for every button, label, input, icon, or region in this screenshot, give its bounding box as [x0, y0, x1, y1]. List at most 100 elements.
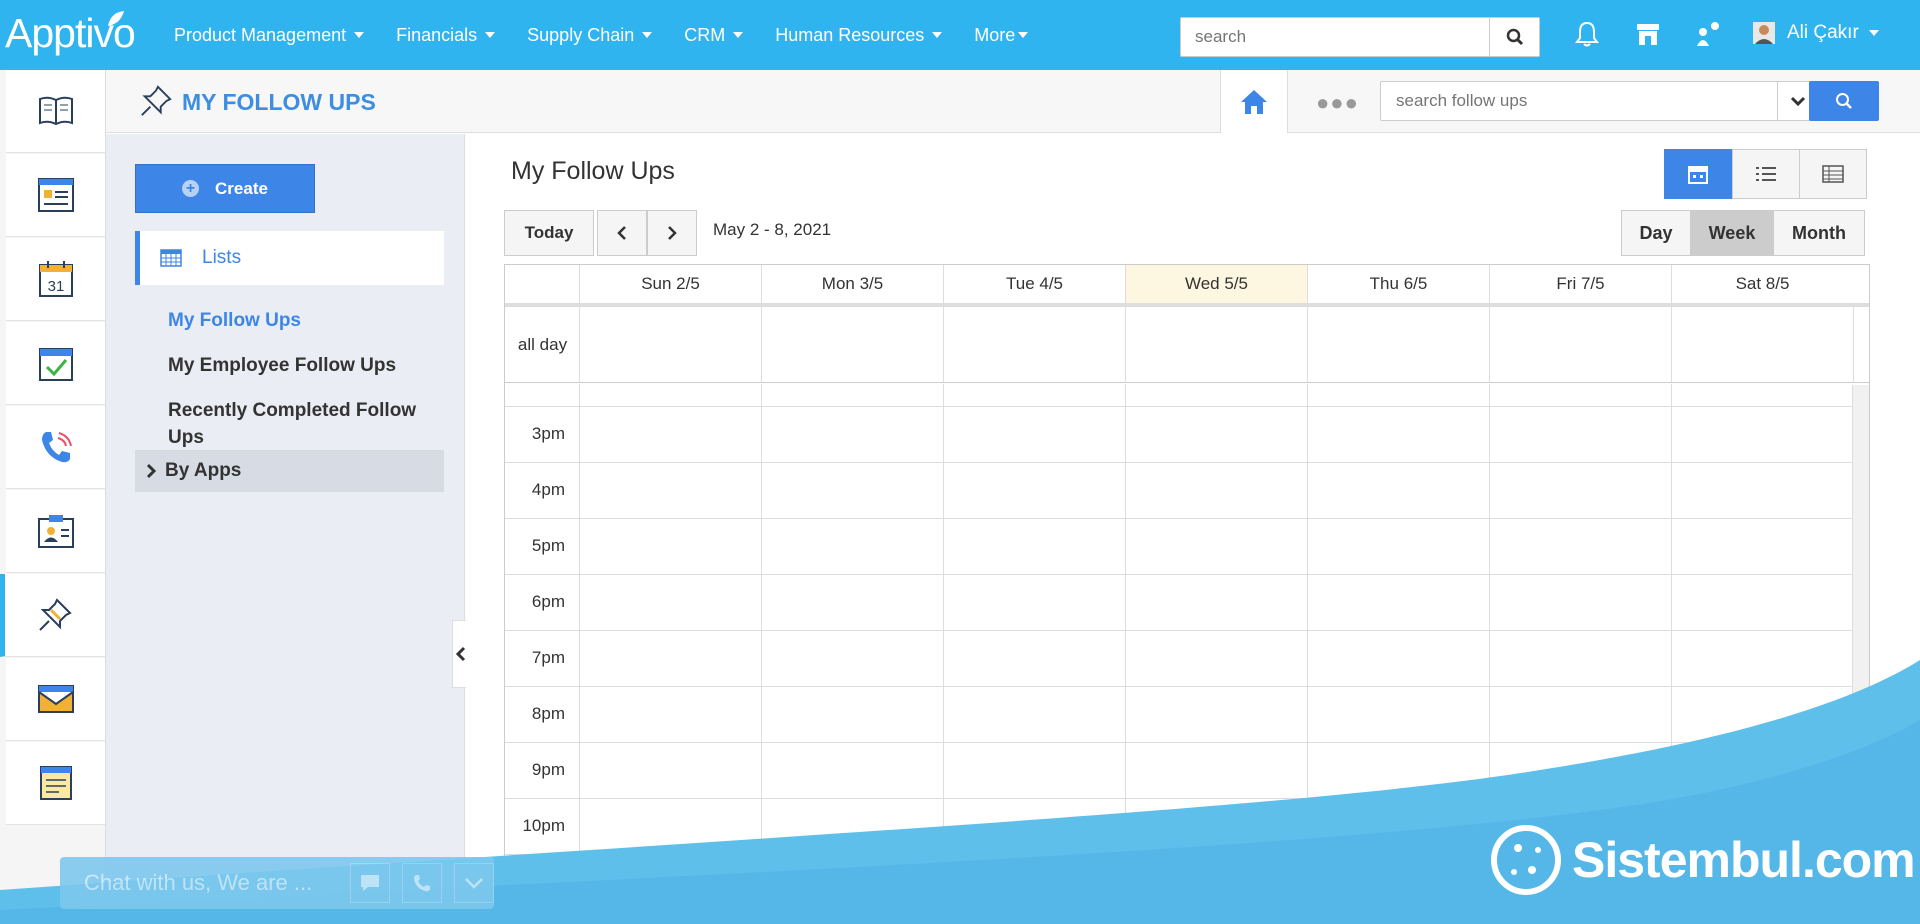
lists-label: Lists — [202, 247, 242, 268]
nav-more[interactable]: More — [974, 24, 1029, 46]
hour-row — [505, 630, 1852, 631]
book-icon — [38, 96, 73, 126]
hour-row — [505, 406, 1852, 407]
store-icon[interactable] — [1635, 20, 1661, 48]
day-header[interactable]: Thu 6/5 — [1307, 265, 1489, 303]
pin-icon — [141, 85, 172, 116]
apps-connect-icon[interactable] — [1694, 20, 1722, 48]
list-my-follow-ups[interactable]: My Follow Ups — [168, 307, 438, 334]
day-header[interactable]: Fri 7/5 — [1489, 265, 1671, 303]
list-my-employee-follow-ups[interactable]: My Employee Follow Ups — [168, 352, 438, 379]
nav-label: Human Resources — [775, 24, 925, 45]
search-icon — [1506, 28, 1523, 46]
brand-logo-icon — [1491, 825, 1561, 895]
by-apps-group[interactable]: By Apps — [135, 450, 444, 492]
rail-item-follow-ups[interactable] — [0, 574, 105, 657]
hour-row — [505, 518, 1852, 519]
day-header[interactable]: Mon 3/5 — [761, 265, 943, 303]
follow-up-search-input[interactable] — [1381, 82, 1761, 120]
home-icon — [1241, 89, 1267, 114]
hour-row — [505, 742, 1852, 743]
rail-item-calls[interactable] — [6, 406, 105, 489]
rail-item-tasks[interactable] — [6, 322, 105, 405]
watermark-brand: Sistembul.com — [1488, 822, 1916, 898]
day-header[interactable]: Tue 4/5 — [943, 265, 1125, 303]
hour-label: 8pm — [531, 704, 565, 723]
follow-up-search — [1380, 81, 1818, 121]
rail-item-calendar[interactable]: 31 — [6, 238, 105, 321]
caret-down-icon — [932, 32, 943, 38]
hour-label: 6pm — [531, 592, 565, 611]
nav-label: More — [974, 24, 1016, 45]
follow-up-search-button[interactable] — [1809, 81, 1879, 121]
chevron-left-icon — [456, 646, 466, 662]
global-search-button[interactable] — [1489, 18, 1539, 56]
nav-label: CRM — [684, 24, 726, 45]
app-rail: 31 — [0, 70, 106, 924]
create-label: Create — [215, 178, 268, 198]
chat-widget[interactable]: Chat with us, We are ... — [60, 857, 494, 909]
list-view-button[interactable] — [1732, 149, 1800, 199]
caret-down-icon — [733, 32, 744, 38]
day-header[interactable]: Sun 2/5 — [579, 265, 761, 303]
chat-message-button[interactable] — [350, 863, 391, 903]
hour-label: 10pm — [522, 816, 565, 835]
phone-icon — [41, 432, 72, 463]
brand-text: Sistembul.com — [1572, 832, 1916, 888]
nav-product-management[interactable]: Product Management — [174, 25, 365, 46]
rail-item-email[interactable] — [6, 658, 105, 741]
chat-bubble-icon — [361, 875, 380, 891]
previous-week-button[interactable] — [597, 210, 647, 256]
month-view-button[interactable]: Month — [1773, 210, 1865, 256]
hour-label: 7pm — [531, 648, 565, 667]
hour-row — [505, 910, 1852, 911]
chat-minimize-button[interactable] — [454, 863, 494, 903]
day-header[interactable]: Sat 8/5 — [1671, 265, 1853, 303]
page-title: MY FOLLOW UPS — [182, 89, 376, 115]
bell-icon[interactable] — [1574, 20, 1600, 48]
hour-label: 5pm — [531, 536, 565, 555]
day-header-today[interactable]: Wed 5/5 — [1125, 265, 1307, 303]
hour-label: 9pm — [531, 760, 565, 779]
rail-item-forms[interactable] — [6, 154, 105, 237]
week-view-button[interactable]: Week — [1690, 210, 1774, 256]
task-icon — [38, 348, 73, 381]
day-view-button[interactable]: Day — [1621, 210, 1691, 256]
global-search-input[interactable] — [1181, 18, 1489, 56]
more-options-icon[interactable]: ●●● — [1316, 90, 1359, 116]
nav-financials[interactable]: Financials — [396, 24, 496, 46]
nav-human-resources[interactable]: Human Resources — [775, 24, 943, 46]
home-button[interactable] — [1220, 70, 1288, 133]
user-name: Ali Çakır — [1787, 22, 1859, 43]
rail-item-library[interactable] — [6, 70, 105, 153]
plus-icon: + — [182, 180, 200, 197]
user-menu[interactable]: Ali Çakır — [1753, 22, 1879, 44]
nav-label: Financials — [396, 24, 478, 45]
day-header-row: Sun 2/5 Mon 3/5 Tue 4/5 Wed 5/5 Thu 6/5 … — [505, 265, 1869, 307]
today-button[interactable]: Today — [504, 210, 594, 256]
chat-call-button[interactable] — [402, 863, 443, 903]
rail-item-contacts[interactable] — [6, 490, 105, 573]
caret-down-icon — [354, 32, 365, 38]
create-button[interactable]: + Create — [135, 164, 315, 213]
calendar-icon — [1688, 166, 1708, 184]
hour-row — [505, 686, 1852, 687]
form-icon — [37, 178, 74, 212]
nav-crm[interactable]: CRM — [684, 24, 744, 46]
top-bar: Apptivo Product Management Financials Su… — [0, 0, 1920, 70]
chevron-down-icon — [465, 878, 483, 889]
global-search — [1180, 17, 1540, 57]
list-recently-completed-follow-ups[interactable]: Recently Completed Follow Ups — [168, 397, 438, 451]
all-day-label: all day — [517, 335, 568, 354]
next-week-button[interactable] — [647, 210, 697, 256]
caret-down-icon — [1018, 32, 1029, 38]
caret-down-icon — [1868, 30, 1879, 36]
lists-header[interactable]: Lists — [135, 231, 444, 285]
table-view-button[interactable] — [1799, 149, 1867, 199]
calendar-view-button[interactable] — [1664, 149, 1732, 199]
nav-supply-chain[interactable]: Supply Chain — [527, 25, 653, 46]
search-icon — [1836, 93, 1852, 109]
rail-item-notes[interactable] — [6, 742, 105, 825]
all-day-row[interactable]: all day — [505, 307, 1869, 383]
avatar — [1753, 22, 1775, 44]
